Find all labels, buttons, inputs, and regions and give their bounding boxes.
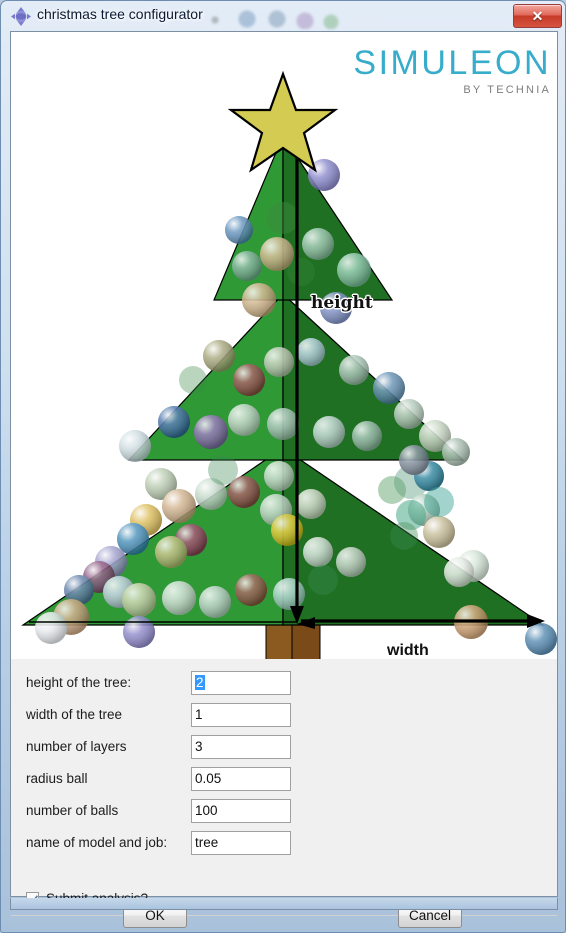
tree-preview-panel: SIMULEON BY TECHNIA height width bbox=[11, 32, 557, 659]
label-name-of-model-and-job: name of model and job: bbox=[26, 835, 168, 850]
input-number-of-layers[interactable]: 3 bbox=[191, 735, 291, 759]
close-button[interactable]: ✕ bbox=[513, 4, 562, 28]
parameter-form: height of the tree: 2 width of the tree … bbox=[11, 659, 557, 916]
simulia-diamond-icon bbox=[11, 7, 31, 26]
window-title: christmas tree configurator bbox=[37, 6, 203, 22]
title-bar[interactable]: christmas tree configurator ✕ bbox=[1, 1, 566, 31]
label-number-of-balls: number of balls bbox=[26, 803, 119, 818]
height-label: height bbox=[311, 293, 373, 313]
input-radius-ball[interactable]: 0.05 bbox=[191, 767, 291, 791]
dialog-window: christmas tree configurator ✕ SIMULEON B… bbox=[0, 0, 566, 933]
close-icon: ✕ bbox=[531, 8, 544, 24]
window-status-strip bbox=[10, 898, 558, 910]
label-width-of-the-tree: width of the tree bbox=[26, 707, 123, 722]
label-radius-ball: radius ball bbox=[26, 771, 88, 786]
label-number-of-layers: number of layers bbox=[26, 739, 127, 754]
title-bar-ghost-reflection bbox=[201, 5, 361, 29]
width-label: width bbox=[387, 642, 429, 659]
christmas-tree-graphic bbox=[21, 70, 557, 659]
input-height-of-the-tree[interactable]: 2 bbox=[191, 671, 291, 695]
input-number-of-balls[interactable]: 100 bbox=[191, 799, 291, 823]
label-height-of-the-tree: height of the tree: bbox=[26, 675, 132, 690]
input-name-of-model-and-job[interactable]: tree bbox=[191, 831, 291, 855]
input-width-of-the-tree[interactable]: 1 bbox=[191, 703, 291, 727]
dialog-client-area: SIMULEON BY TECHNIA height width height … bbox=[10, 31, 558, 928]
